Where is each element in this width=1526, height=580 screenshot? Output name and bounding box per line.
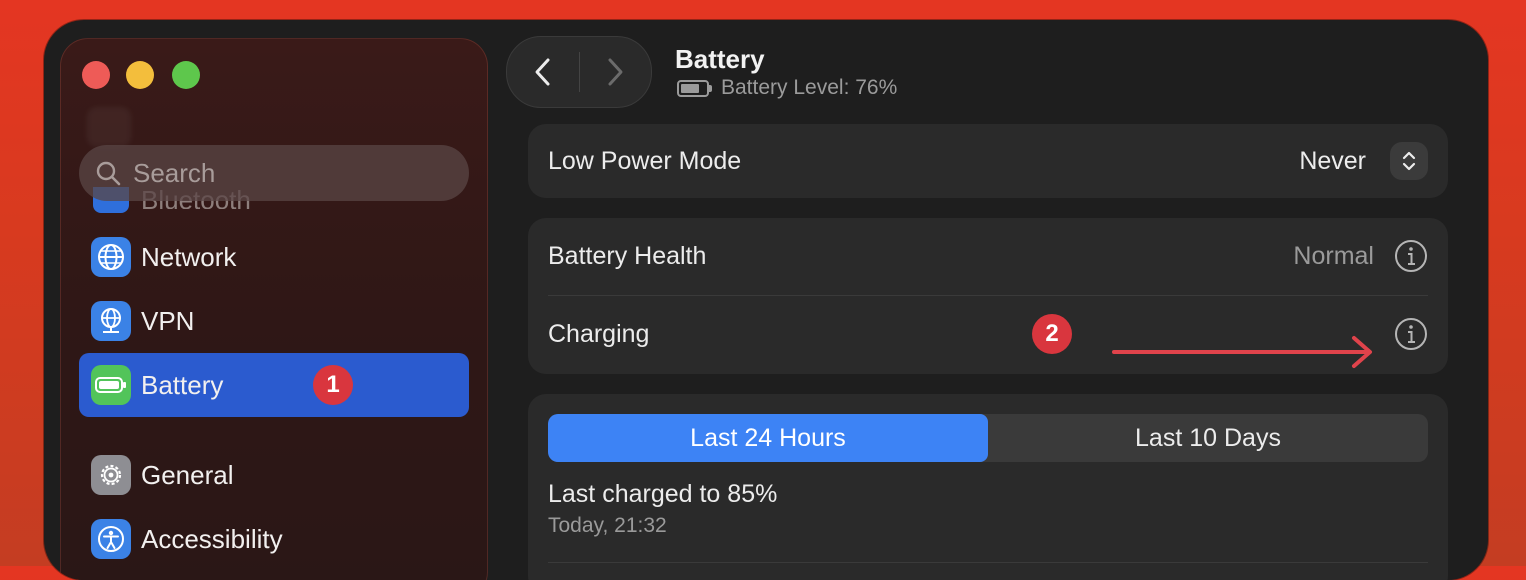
sidebar: Bluetooth Search Network xyxy=(60,38,488,580)
low-power-value[interactable]: Never xyxy=(1299,147,1366,176)
sidebar-item-label: VPN xyxy=(141,305,195,336)
back-button[interactable] xyxy=(507,37,579,107)
forward-button[interactable] xyxy=(580,37,652,107)
sidebar-item-vpn[interactable]: VPN xyxy=(79,289,469,353)
tab-last-10-days[interactable]: Last 10 Days xyxy=(988,414,1428,462)
low-power-label: Low Power Mode xyxy=(548,146,742,175)
battery-icon xyxy=(91,365,131,405)
chevron-left-icon xyxy=(535,58,550,86)
annotation-badge-2: 2 xyxy=(1032,314,1072,354)
low-power-row: Low Power Mode Never xyxy=(548,124,1428,198)
search-icon xyxy=(96,161,121,186)
time-range-segmented-control: Last 24 Hours Last 10 Days xyxy=(548,414,1428,462)
settings-window: Bluetooth Search Network xyxy=(44,20,1488,580)
sidebar-item-accessibility[interactable]: Accessibility xyxy=(79,507,469,571)
navigation-buttons xyxy=(506,36,652,108)
low-power-card: Low Power Mode Never xyxy=(528,124,1448,198)
minimize-window-button[interactable] xyxy=(126,61,154,89)
sidebar-item-label: General xyxy=(141,459,234,490)
vpn-globe-icon xyxy=(91,301,131,341)
blurred-avatar xyxy=(87,107,131,147)
zoom-window-button[interactable] xyxy=(172,61,200,89)
sidebar-item-battery[interactable]: Battery xyxy=(79,353,469,417)
sidebar-item-general[interactable]: General xyxy=(79,443,469,507)
battery-health-row: Battery Health Normal xyxy=(548,218,1428,294)
row-divider xyxy=(548,562,1428,563)
search-field[interactable]: Search xyxy=(79,145,469,201)
search-placeholder: Search xyxy=(133,157,216,188)
last-charged-text: Last charged to 85% xyxy=(548,480,778,508)
info-icon[interactable] xyxy=(1394,317,1428,351)
battery-level-icon xyxy=(677,79,712,97)
charging-label: Charging xyxy=(548,319,650,348)
accessibility-icon xyxy=(91,519,131,559)
gear-icon xyxy=(91,455,131,495)
tab-last-24-hours[interactable]: Last 24 Hours xyxy=(548,414,988,462)
globe-icon xyxy=(91,237,131,277)
page-title: Battery xyxy=(675,44,765,74)
battery-usage-card: Last 24 Hours Last 10 Days Last charged … xyxy=(528,394,1448,580)
chevron-right-icon xyxy=(608,58,623,86)
low-power-popup-button[interactable] xyxy=(1390,142,1428,180)
sidebar-item-label: Network xyxy=(141,241,237,272)
close-window-button[interactable] xyxy=(82,61,110,89)
last-charged-time: Today, 21:32 xyxy=(548,514,667,537)
updown-chevron-icon xyxy=(1402,151,1416,171)
battery-level-text: Battery Level: 76% xyxy=(721,76,898,99)
sidebar-item-network[interactable]: Network xyxy=(79,225,469,289)
battery-health-label: Battery Health xyxy=(548,241,707,270)
battery-level-status: Battery Level: 76% xyxy=(677,76,897,100)
annotation-badge-1: 1 xyxy=(313,365,353,405)
sidebar-item-label: Accessibility xyxy=(141,523,283,554)
battery-health-value: Normal xyxy=(1293,241,1374,270)
sidebar-item-label: Battery xyxy=(141,369,224,400)
annotation-arrow-icon xyxy=(1112,336,1372,368)
info-icon[interactable] xyxy=(1394,239,1428,273)
